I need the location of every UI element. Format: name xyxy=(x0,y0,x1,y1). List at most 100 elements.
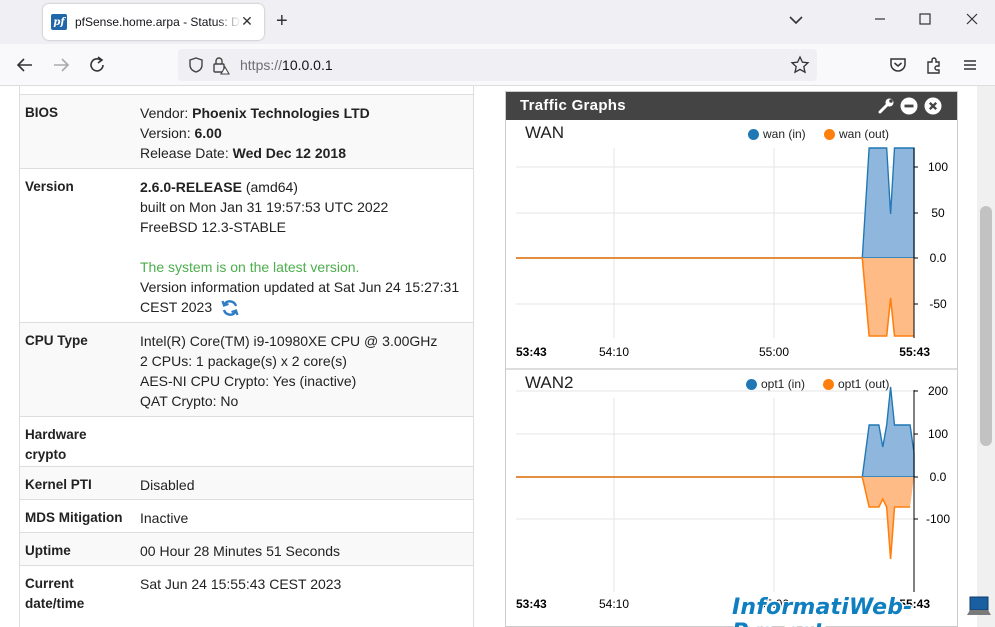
wan-graph-title: WAN xyxy=(525,123,565,142)
uptime-value: 00 Hour 28 Minutes 51 Seconds xyxy=(140,543,341,559)
url-host: 10.0.0.1 xyxy=(282,57,333,73)
page-content: BIOS Vendor: Phoenix Technologies LTD Ve… xyxy=(0,86,995,627)
bookmark-star-icon[interactable] xyxy=(790,55,810,75)
table-row: BIOS Vendor: Phoenix Technologies LTD Ve… xyxy=(20,94,473,168)
menu-icon[interactable] xyxy=(959,54,981,76)
tab-title: pfSense.home.arpa - Status: Dashboard xyxy=(75,15,241,29)
legend-item[interactable]: opt1 (in) xyxy=(746,377,805,391)
legend-dot xyxy=(823,378,834,390)
row-label: Kernel PTI xyxy=(25,477,92,492)
bios-vendor: Phoenix Technologies LTD xyxy=(192,105,370,121)
url-scheme: https:// xyxy=(240,57,283,73)
scroll-thumb[interactable] xyxy=(980,206,992,446)
legend-dot xyxy=(824,128,835,140)
row-label: Hardware crypto xyxy=(25,427,87,462)
chart-plot: 2001000.0-10053:43 54:10 55:00 55:43 xyxy=(516,384,950,611)
pfsense-favicon-icon: pf xyxy=(51,14,67,30)
tracking-protection-icon[interactable] xyxy=(186,55,206,75)
cpu-value: Intel(R) Core(TM) i9-10980XE CPU @ 3.00G… xyxy=(140,331,470,411)
table-row: Uptime 00 Hour 28 Minutes 51 Seconds xyxy=(20,532,473,565)
legend-item[interactable]: wan (out) xyxy=(824,127,889,141)
y-tick-label: 50 xyxy=(931,206,945,220)
series-area-in xyxy=(516,147,915,259)
wan-chart-svg: 100 50 0.0 -50 53:43 54:10 55:00 55:43 xyxy=(516,147,948,359)
list-tabs-icon[interactable] xyxy=(786,12,806,29)
legend-label: wan (in) xyxy=(763,127,806,141)
y-tick-label: -50 xyxy=(929,297,947,311)
bios-version-label: Version: xyxy=(140,125,195,141)
minimize-window-icon[interactable] xyxy=(870,12,890,29)
version-value: 2.6.0-RELEASE (amd64) built on Mon Jan 3… xyxy=(140,177,470,318)
series-area-in xyxy=(516,386,915,478)
bios-date: Wed Dec 12 2018 xyxy=(232,145,346,161)
x-tick-label: 54:10 xyxy=(599,345,629,359)
traffic-graphs-widget: Traffic Graphs 100 50 0.0 -50 53:43 54:10 55:0… xyxy=(505,91,958,627)
refresh-icon[interactable] xyxy=(220,298,240,318)
reload-icon[interactable] xyxy=(86,54,108,76)
series-line-out xyxy=(516,476,911,560)
table-row: Version 2.6.0-RELEASE (amd64) built on M… xyxy=(20,168,473,322)
browser-tabbar: pf pfSense.home.arpa - Status: Dashboard… xyxy=(0,0,995,44)
x-tick-label: 53:43 xyxy=(516,597,547,611)
version-arch: (amd64) xyxy=(241,179,298,195)
legend-item[interactable]: wan (in) xyxy=(748,127,806,141)
browser-navbar: https://10.0.0.1 xyxy=(0,44,995,86)
table-row: MDS Mitigation Inactive xyxy=(20,499,473,532)
x-tick-label: 55:00 xyxy=(759,345,789,359)
x-tick-label: 55:43 xyxy=(899,345,930,359)
new-tab-icon[interactable]: + xyxy=(276,11,288,31)
cpu-count: 2 CPUs: 1 package(s) x 2 core(s) xyxy=(140,353,347,369)
url-bar[interactable]: https://10.0.0.1 xyxy=(178,49,817,81)
minimize-icon[interactable] xyxy=(900,97,918,115)
extensions-icon[interactable] xyxy=(923,54,945,76)
pocket-icon[interactable] xyxy=(887,54,909,76)
row-label: Version xyxy=(25,179,74,194)
legend-dot xyxy=(748,128,759,140)
y-tick-label: 100 xyxy=(928,427,948,441)
bios-value: Vendor: Phoenix Technologies LTD Version… xyxy=(140,103,470,163)
wrench-icon[interactable] xyxy=(877,97,895,115)
widget-header: Traffic Graphs xyxy=(506,92,957,120)
forward-icon[interactable] xyxy=(50,54,72,76)
url-text: https://10.0.0.1 xyxy=(240,57,333,73)
row-label: BIOS xyxy=(25,105,59,120)
table-row: Hardware crypto xyxy=(20,416,473,466)
series-area-out xyxy=(516,258,914,336)
y-tick-label: 200 xyxy=(928,384,948,398)
kernel-pti-value: Disabled xyxy=(140,477,195,493)
wan2-graph: 200 100 0.0 -100 53:43 54:10 55:00 55:43 WAN2 o… xyxy=(506,370,957,626)
legend-dot xyxy=(746,378,757,390)
browser-tab[interactable]: pf pfSense.home.arpa - Status: Dashboard… xyxy=(43,4,264,40)
series-area-out xyxy=(516,477,914,559)
lock-warning-icon[interactable] xyxy=(210,55,230,75)
series-line-out xyxy=(516,257,915,337)
bios-version: 6.00 xyxy=(194,125,222,141)
x-tick-label: 53:43 xyxy=(516,345,547,359)
close-window-icon[interactable] xyxy=(962,12,982,29)
table-row: CPU Type Intel(R) Core(TM) i9-10980XE CP… xyxy=(20,322,473,416)
version-number: 2.6.0-RELEASE xyxy=(140,179,242,195)
y-tick-label: -100 xyxy=(926,512,950,526)
datetime-value: Sat Jun 24 15:55:43 CEST 2023 xyxy=(140,576,342,592)
cpu-model: Intel(R) Core(TM) i9-10980XE CPU @ 3.00G… xyxy=(140,333,438,349)
cpu-qat: QAT Crypto: No xyxy=(140,393,239,409)
row-label: CPU Type xyxy=(25,333,88,348)
page-scrollbar[interactable] xyxy=(977,86,995,627)
version-built: built on Mon Jan 31 19:57:53 UTC 2022 xyxy=(140,199,389,215)
maximize-window-icon[interactable] xyxy=(915,12,935,29)
wan2-graph-title: WAN2 xyxy=(525,373,574,392)
y-tick-label: 0.0 xyxy=(930,251,947,265)
mds-value: Inactive xyxy=(140,510,189,526)
y-tick-label: 0.0 xyxy=(930,470,947,484)
update-status: The system is on the latest version. xyxy=(140,259,360,275)
legend-label: opt1 (in) xyxy=(761,377,806,391)
laptop-logo-icon xyxy=(967,596,991,615)
chart-plot: 100 50 0.0 -50 53:43 54:10 55:00 55:43 xyxy=(516,147,948,359)
table-row: Kernel PTI Disabled xyxy=(20,466,473,499)
legend-item[interactable]: opt1 (out) xyxy=(823,377,889,391)
bios-vendor-label: Vendor: xyxy=(140,105,193,121)
back-icon[interactable] xyxy=(14,54,36,76)
tab-close-icon[interactable]: ✕ xyxy=(240,14,254,28)
close-icon[interactable] xyxy=(924,97,942,115)
freebsd-version: FreeBSD 12.3-STABLE xyxy=(140,219,287,235)
